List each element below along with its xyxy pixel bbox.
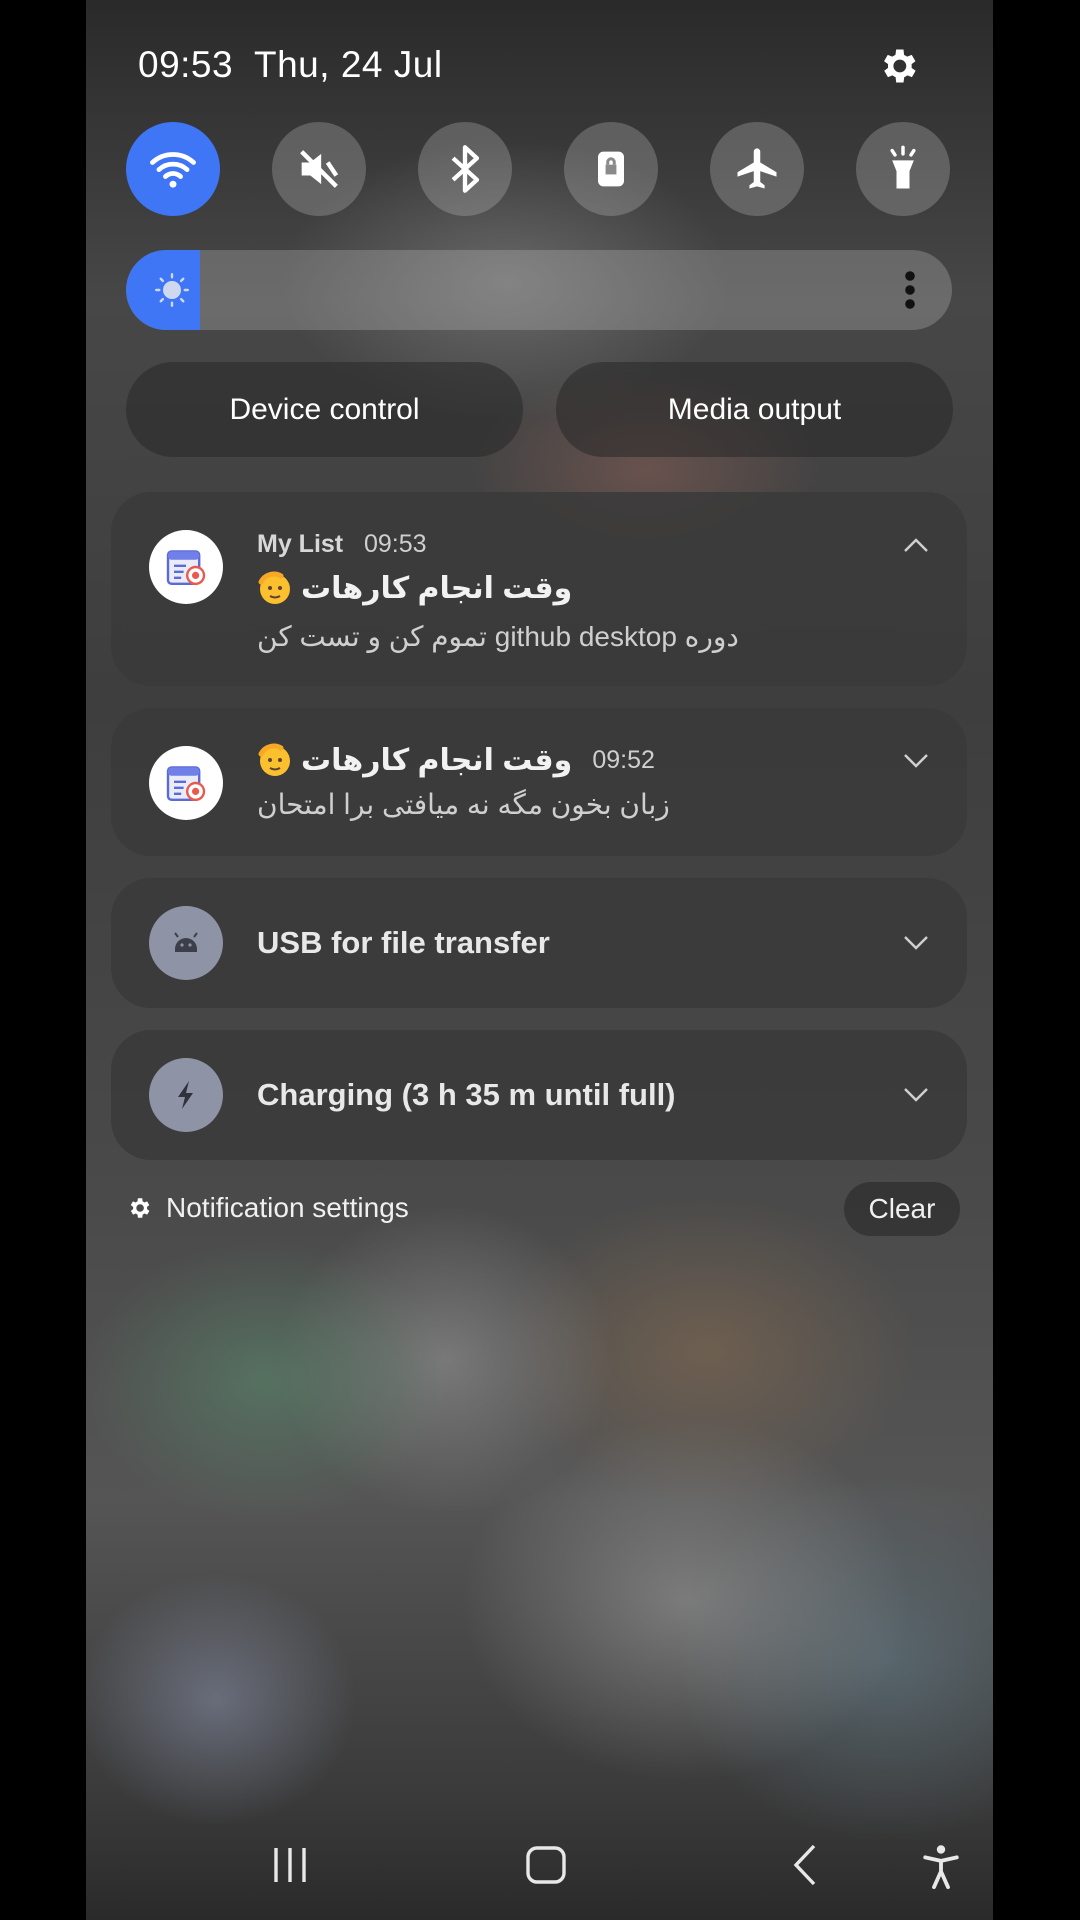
chevron-up-icon[interactable] [902,536,930,554]
notification-shade: 09:53 Thu, 24 Jul Device control Media o… [86,0,993,1920]
chevron-down-icon[interactable] [902,1086,930,1104]
bluetooth-toggle[interactable] [418,122,512,216]
notification-title: وقت انجام کارهات [301,743,573,777]
notification-body: دوره github desktop تموم کن و تست کن [257,621,739,652]
more-options-icon[interactable] [904,270,916,310]
usb-notification-title: USB for file transfer [257,925,550,960]
sun-icon [155,273,189,307]
charging-bolt-icon [149,1058,223,1132]
wifi-toggle[interactable] [126,122,220,216]
notification-time: 09:52 [592,745,655,774]
notification-body: زبان بخون مگه نه میافتی برا امتحان [257,789,670,820]
gear-icon [130,1198,150,1218]
mylist-app-icon [149,530,223,604]
rotation-lock-toggle[interactable] [564,122,658,216]
recents-icon[interactable] [270,1840,310,1890]
airplane-icon [737,148,777,189]
airplane-toggle[interactable] [710,122,804,216]
back-icon[interactable] [786,1840,826,1890]
chevron-down-icon[interactable] [902,934,930,952]
notification-title: وقت انجام کارهات [301,571,573,605]
notification-card-charging[interactable]: Charging (3 h 35 m until full) [111,1030,967,1160]
clear-button[interactable]: Clear [844,1182,960,1236]
notification-card-usb[interactable]: USB for file transfer [111,878,967,1008]
brightness-slider[interactable] [126,250,952,330]
notification-card-mylist-1[interactable]: My List 09:53 وقت انجام کارهات دوره gith… [111,492,967,686]
notification-card-mylist-2[interactable]: وقت انجام کارهات 09:52 زبان بخون مگه نه … [111,708,967,856]
notification-time: 09:53 [363,530,427,558]
flashlight-toggle[interactable] [856,122,950,216]
media-output-button[interactable]: Media output [556,362,953,457]
app-name: My List [257,530,344,558]
mylist-app-icon [149,746,223,820]
saluting-face-emoji-icon [258,571,290,604]
notification-meta: My List 09:53 [257,530,427,559]
flashlight-icon [890,145,916,189]
clock: 09:53 [138,44,234,85]
clear-label: Clear [868,1193,936,1224]
date: Thu, 24 Jul [254,44,443,85]
media-output-label: Media output [667,392,842,426]
status-datetime: 09:53 Thu, 24 Jul [138,44,443,86]
android-system-icon [149,906,223,980]
saluting-face-emoji-icon [258,743,290,776]
bluetooth-icon [451,145,480,193]
notification-settings-link[interactable]: Notification settings [126,1192,409,1224]
notification-title-row: وقت انجام کارهات [257,570,572,606]
device-control-label: Device control [229,392,420,426]
notification-settings-label: Notification settings [166,1192,409,1223]
settings-gear-icon[interactable] [876,44,920,88]
wifi-icon [150,152,196,188]
notification-title-row: وقت انجام کارهات 09:52 [257,742,655,778]
accessibility-icon[interactable] [920,1844,962,1890]
lock-rotation-icon [598,151,624,187]
chevron-down-icon[interactable] [902,752,930,770]
charging-notification-title: Charging (3 h 35 m until full) [257,1077,676,1112]
sound-toggle[interactable] [272,122,366,216]
navigation-bar [86,1810,993,1920]
device-control-button[interactable]: Device control [126,362,523,457]
mute-icon [300,150,339,188]
home-icon[interactable] [524,1840,568,1890]
